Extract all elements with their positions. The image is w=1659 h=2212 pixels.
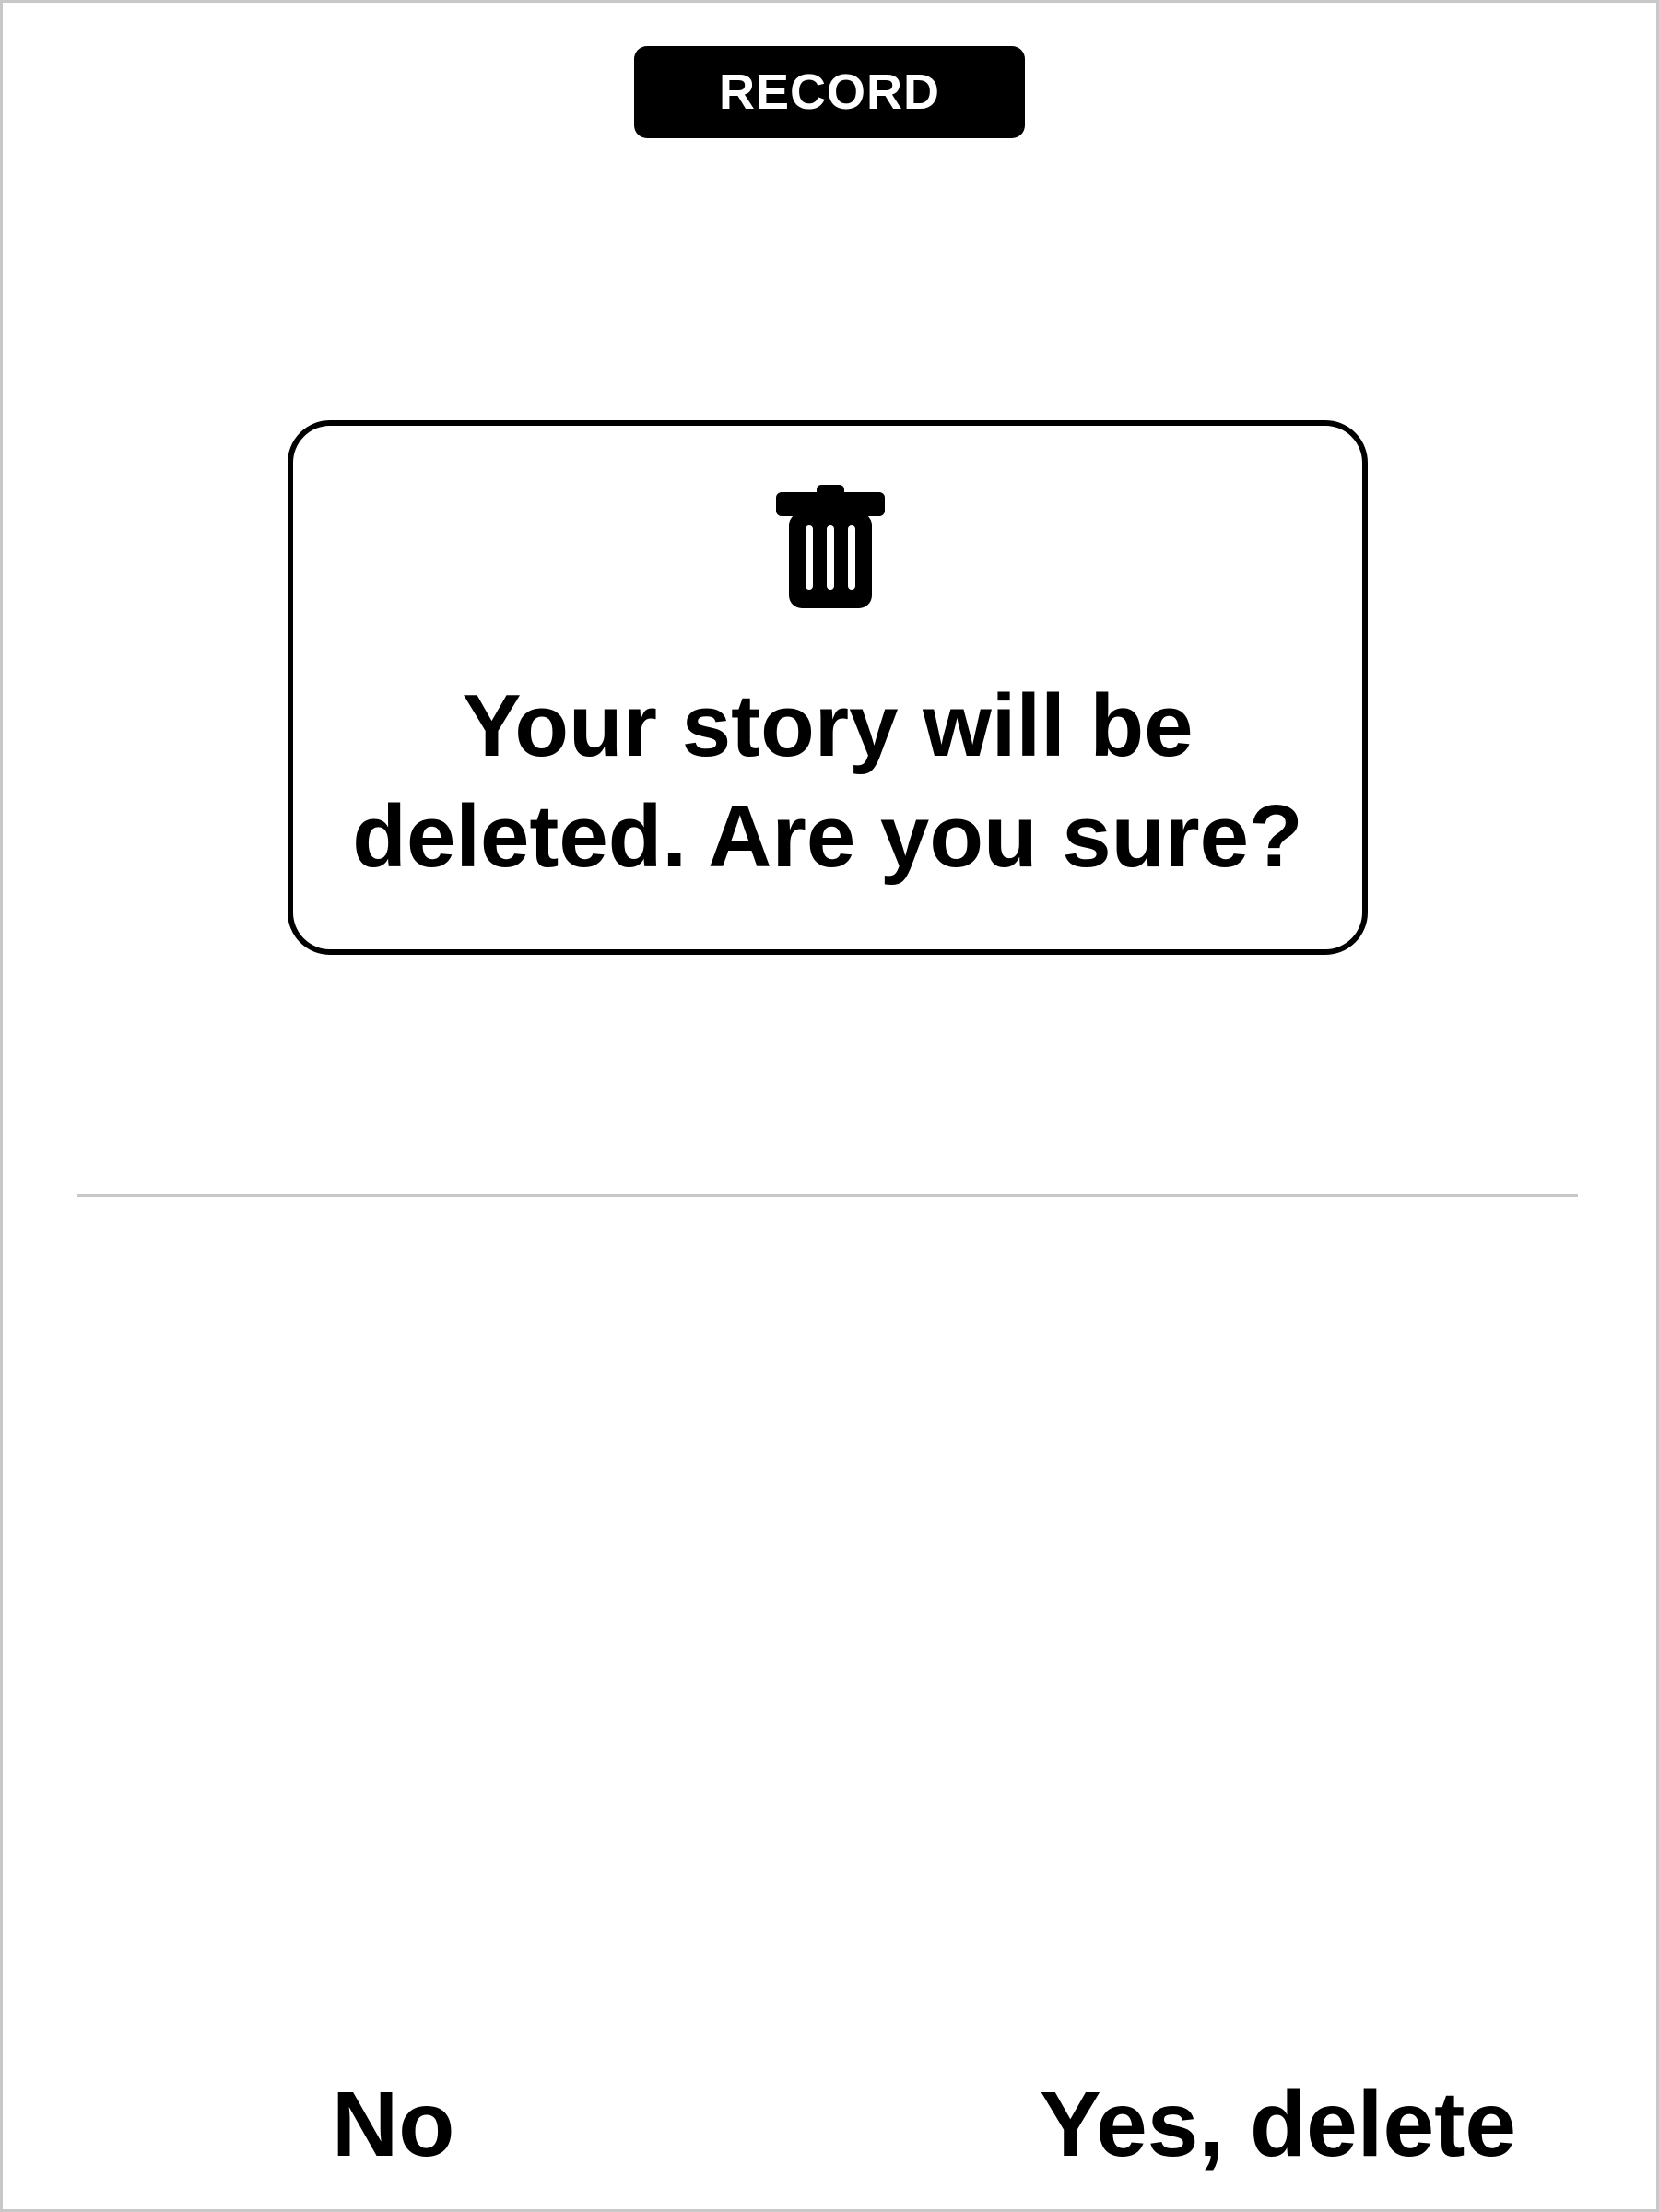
record-mode-label: RECORD (718, 65, 940, 120)
dialog-message: Your story will be deleted. Are you sure… (352, 677, 1303, 886)
record-mode-badge: RECORD (634, 46, 1025, 138)
screen-frame (0, 0, 1659, 2212)
divider (77, 1194, 1578, 1197)
delete-confirmation-dialog: Your story will be deleted. Are you sure… (288, 420, 1368, 955)
yes-delete-button[interactable]: Yes, delete (1040, 2065, 1516, 2184)
trash-icon (776, 485, 885, 608)
no-button[interactable]: No (332, 2065, 454, 2184)
